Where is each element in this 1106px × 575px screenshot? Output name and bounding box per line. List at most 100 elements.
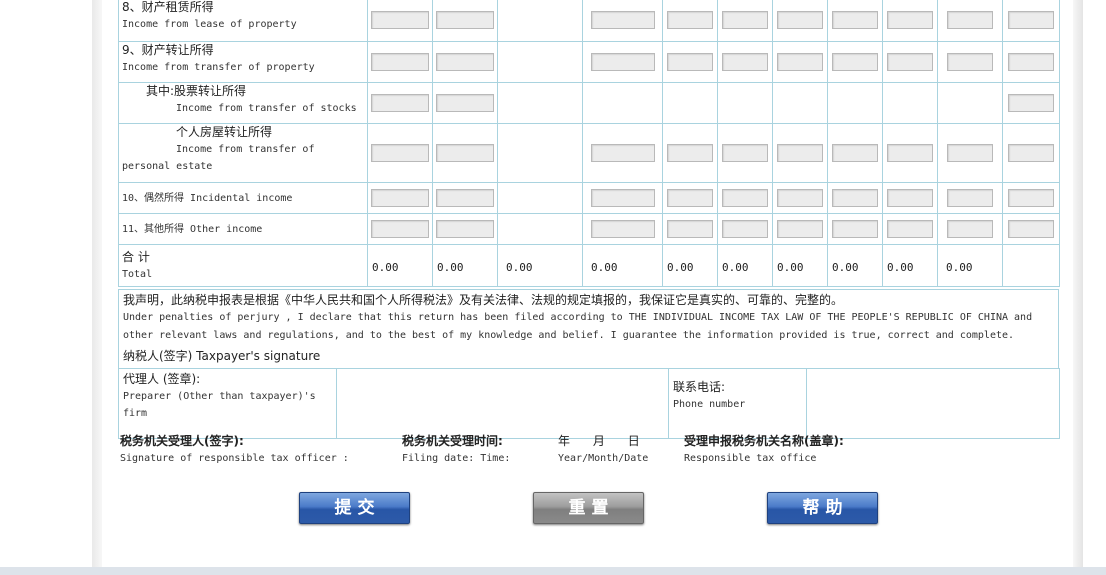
- amount-input[interactable]: [832, 220, 878, 238]
- amount-input[interactable]: [722, 144, 768, 162]
- table-row: 10、偶然所得 Incidental income: [118, 182, 1060, 214]
- amount-input[interactable]: [947, 189, 993, 207]
- row-label-en: Income from transfer of: [176, 144, 315, 155]
- amount-input[interactable]: [371, 189, 429, 207]
- amount-input[interactable]: [832, 189, 878, 207]
- amount-input[interactable]: [371, 11, 429, 29]
- amount-input[interactable]: [887, 220, 933, 238]
- amount-input[interactable]: [667, 144, 713, 162]
- phone-label-zh: 联系电话:: [673, 380, 726, 394]
- total-row: 合 计 Total 0.00 0.00 0.00 0.00 0.00 0.00 …: [118, 244, 1060, 287]
- amount-input[interactable]: [436, 53, 494, 71]
- phone-label-cell: 联系电话: Phone number: [668, 368, 807, 439]
- amount-input[interactable]: [1008, 11, 1054, 29]
- amount-input[interactable]: [371, 144, 429, 162]
- amount-input[interactable]: [667, 11, 713, 29]
- ymd-label-en: Year/Month/Date: [558, 453, 649, 464]
- row-label-zh: 其中:股票转让所得: [146, 84, 247, 98]
- amount-input[interactable]: [436, 94, 494, 112]
- amount-input[interactable]: [667, 53, 713, 71]
- amount-input[interactable]: [722, 220, 768, 238]
- total-value: 0.00: [777, 261, 804, 274]
- table-row: 8、财产租赁所得 Income from lease of property: [118, 0, 1060, 42]
- total-label-zh: 合 计: [122, 249, 150, 264]
- amount-input[interactable]: [1008, 220, 1054, 238]
- amount-input[interactable]: [887, 11, 933, 29]
- row-label-en: Income from transfer of stocks: [176, 103, 357, 114]
- declaration-box: 我声明，此纳税申报表是根据《中华人民共和国个人所得税法》及有关法律、法规的规定填…: [118, 289, 1059, 369]
- amount-input[interactable]: [777, 144, 823, 162]
- row-label-en-cont: personal estate: [122, 161, 213, 172]
- amount-input[interactable]: [590, 11, 655, 29]
- total-value: 0.00: [887, 261, 914, 274]
- amount-input[interactable]: [590, 220, 655, 238]
- tax-office-label-zh: 受理申报税务机关名称(盖章):: [684, 434, 844, 448]
- amount-input[interactable]: [832, 144, 878, 162]
- amount-input[interactable]: [722, 53, 768, 71]
- amount-input[interactable]: [947, 144, 993, 162]
- amount-input[interactable]: [436, 220, 494, 238]
- table-row: 个人房屋转让所得 Income from transfer of persona…: [118, 123, 1060, 183]
- amount-input[interactable]: [590, 189, 655, 207]
- amount-input[interactable]: [371, 94, 429, 112]
- year-month-day: 年 月 日 Year/Month/Date: [558, 432, 648, 467]
- amount-input[interactable]: [947, 53, 993, 71]
- total-label-en: Total: [122, 268, 153, 280]
- amount-input[interactable]: [777, 220, 823, 238]
- amount-input[interactable]: [1008, 94, 1054, 112]
- officer-label-zh: 税务机关受理人(签字):: [120, 434, 244, 448]
- amount-input[interactable]: [887, 189, 933, 207]
- amount-input[interactable]: [947, 11, 993, 29]
- amount-input[interactable]: [590, 53, 655, 71]
- preparer-signature-field[interactable]: [336, 368, 669, 439]
- amount-input[interactable]: [590, 144, 655, 162]
- declaration-en-line1: Under penalties of perjury , I declare t…: [123, 312, 1033, 323]
- phone-field[interactable]: [806, 368, 1060, 439]
- amount-input[interactable]: [777, 53, 823, 71]
- preparer-label-en: Preparer (Other than taxpayer)'s: [123, 391, 316, 402]
- amount-input[interactable]: [436, 144, 494, 162]
- total-value: 0.00: [946, 261, 973, 274]
- amount-input[interactable]: [1008, 144, 1054, 162]
- table-row: 其中:股票转让所得 Income from transfer of stocks: [118, 82, 1060, 124]
- tax-form-page: 8、财产租赁所得 Income from lease of property 9…: [102, 0, 1073, 567]
- amount-input[interactable]: [436, 11, 494, 29]
- row-label: 11、其他所得 Other income: [122, 223, 263, 235]
- total-value: 0.00: [667, 261, 694, 274]
- amount-input[interactable]: [832, 11, 878, 29]
- filing-date-label-zh: 税务机关受理时间:: [402, 434, 503, 448]
- reset-button[interactable]: 重置: [533, 492, 644, 524]
- total-value: 0.00: [722, 261, 749, 274]
- row-label: 10、偶然所得 Incidental income: [122, 192, 293, 204]
- declaration-zh: 我声明，此纳税申报表是根据《中华人民共和国个人所得税法》及有关法律、法规的规定填…: [123, 293, 844, 307]
- amount-input[interactable]: [722, 189, 768, 207]
- amount-input[interactable]: [947, 220, 993, 238]
- amount-input[interactable]: [887, 53, 933, 71]
- amount-input[interactable]: [832, 53, 878, 71]
- amount-input[interactable]: [667, 220, 713, 238]
- help-button[interactable]: 帮助: [767, 492, 878, 524]
- page-shadow-left: [92, 0, 102, 575]
- amount-input[interactable]: [777, 11, 823, 29]
- amount-input[interactable]: [1008, 53, 1054, 71]
- income-table: 8、财产租赁所得 Income from lease of property 9…: [118, 0, 1060, 287]
- taxpayer-signature-label: 纳税人(签字) Taxpayer's signature: [123, 349, 321, 363]
- row-label-zh: 8、财产租赁所得: [122, 0, 214, 14]
- row-label-zh: 9、财产转让所得: [122, 43, 214, 57]
- declaration-en-line2: other relevant laws and regulations, and…: [123, 330, 1015, 341]
- amount-input[interactable]: [777, 189, 823, 207]
- officer-signature: 税务机关受理人(签字): Signature of responsible ta…: [120, 432, 349, 467]
- total-value: 0.00: [437, 261, 464, 274]
- amount-input[interactable]: [887, 144, 933, 162]
- amount-input[interactable]: [1008, 189, 1054, 207]
- table-row: 11、其他所得 Other income: [118, 213, 1060, 245]
- amount-input[interactable]: [436, 189, 494, 207]
- amount-input[interactable]: [371, 220, 429, 238]
- amount-input[interactable]: [722, 11, 768, 29]
- submit-button[interactable]: 提交: [299, 492, 410, 524]
- total-value: 0.00: [832, 261, 859, 274]
- amount-input[interactable]: [371, 53, 429, 71]
- amount-input[interactable]: [667, 189, 713, 207]
- preparer-table: 代理人 (签章): Preparer (Other than taxpayer)…: [118, 368, 1060, 439]
- table-row: 9、财产转让所得 Income from transfer of propert…: [118, 41, 1060, 83]
